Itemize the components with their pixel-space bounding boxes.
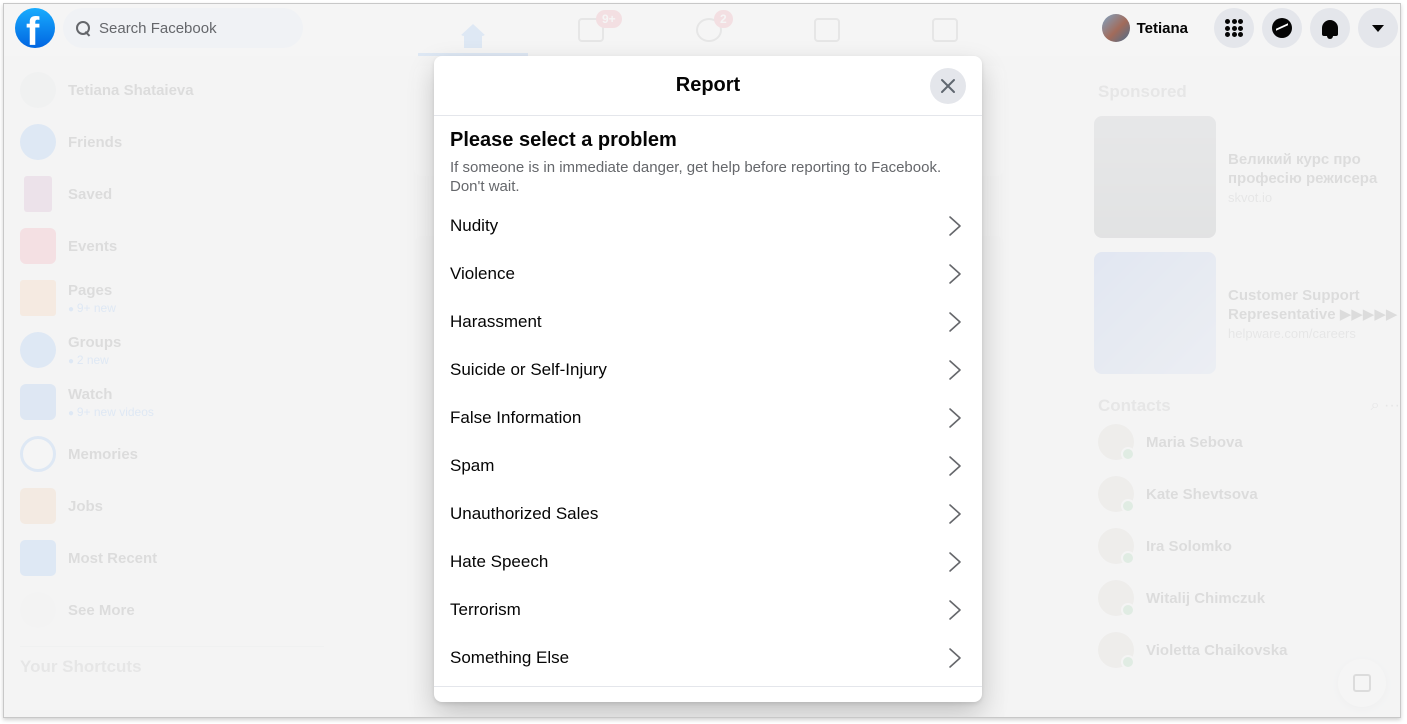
- profile-button[interactable]: Tetiana: [1098, 10, 1198, 46]
- account-controls-visible: Tetiana: [1098, 8, 1398, 48]
- problem-option-label: Something Else: [450, 648, 570, 667]
- messenger-icon: [1272, 18, 1292, 38]
- dialog-header: Report: [434, 56, 982, 116]
- problem-option[interactable]: Violence: [434, 250, 982, 298]
- problem-option[interactable]: Spam: [434, 442, 982, 490]
- account-button[interactable]: [1358, 8, 1398, 48]
- search-icon: [75, 20, 91, 36]
- problem-option-label: Nudity: [450, 216, 499, 235]
- dialog-footer: [434, 686, 982, 702]
- problem-option[interactable]: Terrorism: [434, 586, 982, 634]
- close-icon: [941, 79, 955, 93]
- problem-option[interactable]: Suicide or Self-Injury: [434, 346, 982, 394]
- menu-grid-icon: [1225, 19, 1243, 37]
- problem-options-list: Nudity Violence Harassment Suicide or Self-…: [434, 202, 982, 682]
- problem-option-label: Spam: [450, 456, 495, 475]
- bell-icon: [1322, 20, 1338, 39]
- problem-option-label: Unauthorized Sales: [450, 504, 599, 523]
- problem-option[interactable]: Hate Speech: [434, 538, 982, 586]
- notifications-button[interactable]: [1310, 8, 1350, 48]
- profile-name: Tetiana: [1136, 19, 1188, 37]
- problem-option[interactable]: False Information: [434, 394, 982, 442]
- facebook-logo-glyph: f: [26, 10, 40, 48]
- problem-option[interactable]: Harassment: [434, 298, 982, 346]
- problem-option-label: Hate Speech: [450, 552, 549, 571]
- search-input[interactable]: [99, 19, 289, 37]
- dialog-heading: Please select a problem: [450, 129, 677, 151]
- search-box-visible[interactable]: [63, 8, 303, 48]
- dialog-title: Report: [675, 74, 741, 96]
- chevron-right-icon: [949, 504, 961, 524]
- problem-option[interactable]: Unauthorized Sales: [434, 490, 982, 538]
- problem-option-label: Terrorism: [450, 600, 521, 619]
- chevron-right-icon: [949, 456, 961, 476]
- caret-down-icon: [1372, 24, 1384, 32]
- problem-option-label: Violence: [450, 264, 515, 283]
- messenger-button[interactable]: [1262, 8, 1302, 48]
- problem-option[interactable]: Something Else: [434, 634, 982, 682]
- chevron-right-icon: [949, 264, 961, 284]
- problem-option-label: Harassment: [450, 312, 542, 331]
- chevron-right-icon: [949, 552, 961, 572]
- chevron-right-icon: [949, 216, 961, 236]
- chevron-right-icon: [949, 600, 961, 620]
- chevron-right-icon: [949, 408, 961, 428]
- chevron-right-icon: [949, 648, 961, 668]
- menu-button[interactable]: [1214, 8, 1254, 48]
- chevron-right-icon: [949, 360, 961, 380]
- close-button[interactable]: [930, 68, 966, 104]
- report-dialog: Report Please select a problem If someon…: [434, 56, 982, 702]
- avatar: [1101, 14, 1130, 42]
- dialog-intro: Please select a problem If someone is in…: [434, 116, 982, 196]
- problem-option[interactable]: Nudity: [434, 202, 982, 250]
- problem-option-label: Suicide or Self-Injury: [450, 360, 607, 379]
- dialog-description: If someone is in immediate danger, get h…: [450, 159, 942, 195]
- problem-option-label: False Information: [450, 408, 582, 427]
- browser-viewport: f 9+ 2 Tetiana: [3, 3, 1401, 718]
- facebook-logo-visible[interactable]: f: [15, 8, 55, 48]
- chevron-right-icon: [949, 312, 961, 332]
